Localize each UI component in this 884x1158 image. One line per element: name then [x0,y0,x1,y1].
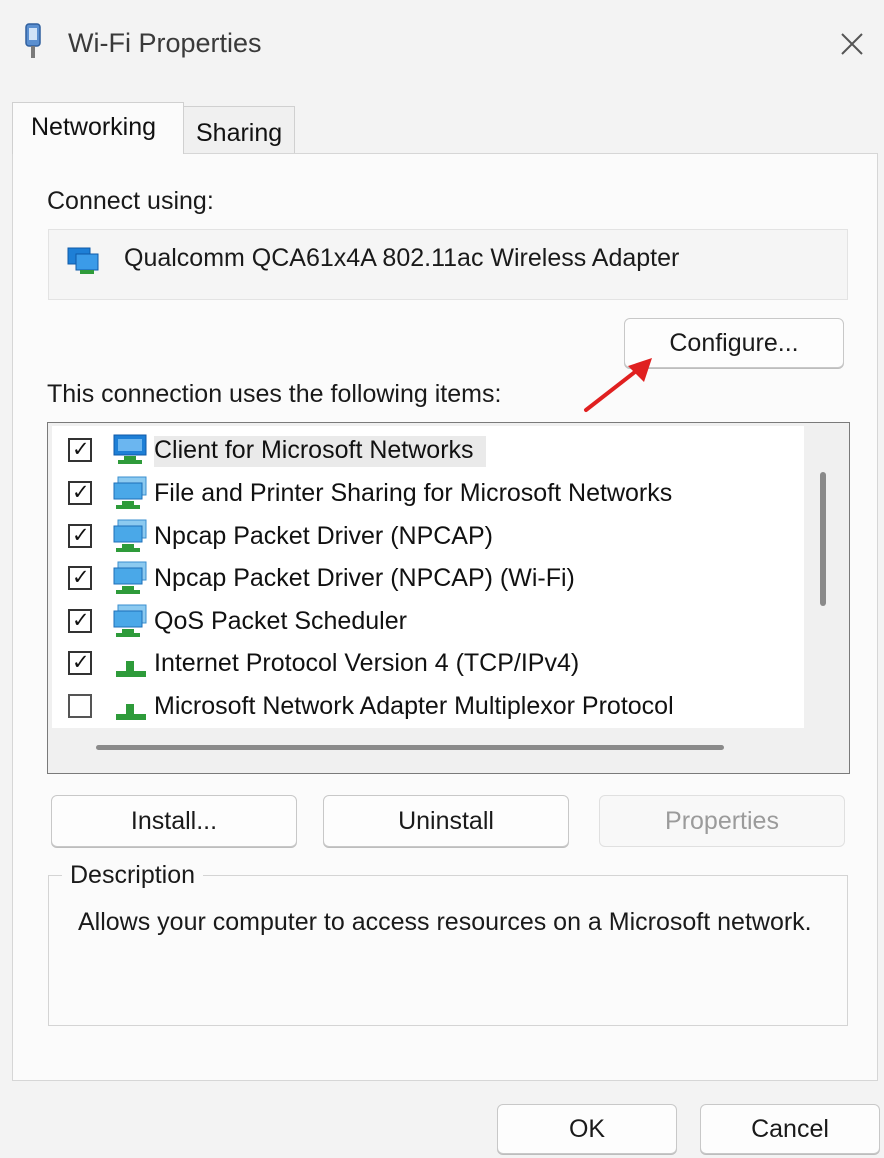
description-legend: Description [62,861,204,890]
wifi-adapter-icon [25,23,41,58]
check-icon: ✓ [72,609,90,632]
protocol-icon [116,661,146,677]
item-label: Microsoft Network Adapter Multiplexor Pr… [154,692,674,720]
network-adapter-icon [67,247,99,274]
item-label: Npcap Packet Driver (NPCAP) [154,522,493,550]
item-label: File and Printer Sharing for Microsoft N… [154,479,673,507]
window-title: Wi-Fi Properties [68,28,262,58]
annotation-arrow [584,358,652,412]
protocol-icon [116,704,146,720]
checkbox[interactable] [68,694,92,718]
network-service-icon [113,561,147,594]
tab-sharing[interactable]: Sharing [183,106,295,154]
description-group [48,875,848,1026]
check-icon: ✓ [72,524,90,547]
checkbox[interactable]: ✓ [68,566,92,590]
check-icon: ✓ [72,651,90,674]
properties-button[interactable]: Properties [599,795,845,847]
connect-using-label: Connect using: [47,187,214,215]
close-icon[interactable] [830,22,874,66]
list-item-npcap-wifi[interactable]: ✓ Npcap Packet Driver (NPCAP) (Wi-Fi) [60,558,800,598]
network-service-icon [113,519,147,552]
tab-networking[interactable]: Networking [12,102,184,154]
list-item-file-printer-sharing[interactable]: ✓ File and Printer Sharing for Microsoft… [60,473,800,513]
check-icon: ✓ [72,481,90,504]
list-item-qos[interactable]: ✓ QoS Packet Scheduler [60,601,800,641]
list-item-npcap[interactable]: ✓ Npcap Packet Driver (NPCAP) [60,516,800,556]
configure-button[interactable]: Configure... [624,318,844,368]
uninstall-button[interactable]: Uninstall [323,795,569,847]
install-button[interactable]: Install... [51,795,297,847]
items-label: This connection uses the following items… [47,380,502,408]
network-service-icon [113,604,147,637]
list-item-multiplexor[interactable]: Microsoft Network Adapter Multiplexor Pr… [60,686,800,726]
checkbox[interactable]: ✓ [68,609,92,633]
check-icon: ✓ [72,438,90,461]
horizontal-scrollbar[interactable] [96,745,724,750]
network-service-icon [113,476,147,509]
cancel-button[interactable]: Cancel [700,1104,880,1154]
checkbox[interactable]: ✓ [68,651,92,675]
description-text: Allows your computer to access resources… [78,908,812,936]
item-label: Internet Protocol Version 4 (TCP/IPv4) [154,649,580,677]
item-label: Client for Microsoft Networks [154,436,486,467]
network-client-icon [113,434,147,464]
list-item-ipv4[interactable]: ✓ Internet Protocol Version 4 (TCP/IPv4) [60,643,800,683]
vertical-scrollbar[interactable] [820,472,826,606]
title-bar: Wi-Fi Properties [0,0,884,92]
checkbox[interactable]: ✓ [68,438,92,462]
adapter-name: Qualcomm QCA61x4A 802.11ac Wireless Adap… [124,244,680,272]
list-item-client-ms-networks[interactable]: ✓ Client for Microsoft Networks [60,430,800,470]
checkbox[interactable]: ✓ [68,524,92,548]
ok-button[interactable]: OK [497,1104,677,1154]
item-label: Npcap Packet Driver (NPCAP) (Wi-Fi) [154,564,575,592]
checkbox[interactable]: ✓ [68,481,92,505]
check-icon: ✓ [72,566,90,589]
item-label: QoS Packet Scheduler [154,607,407,635]
